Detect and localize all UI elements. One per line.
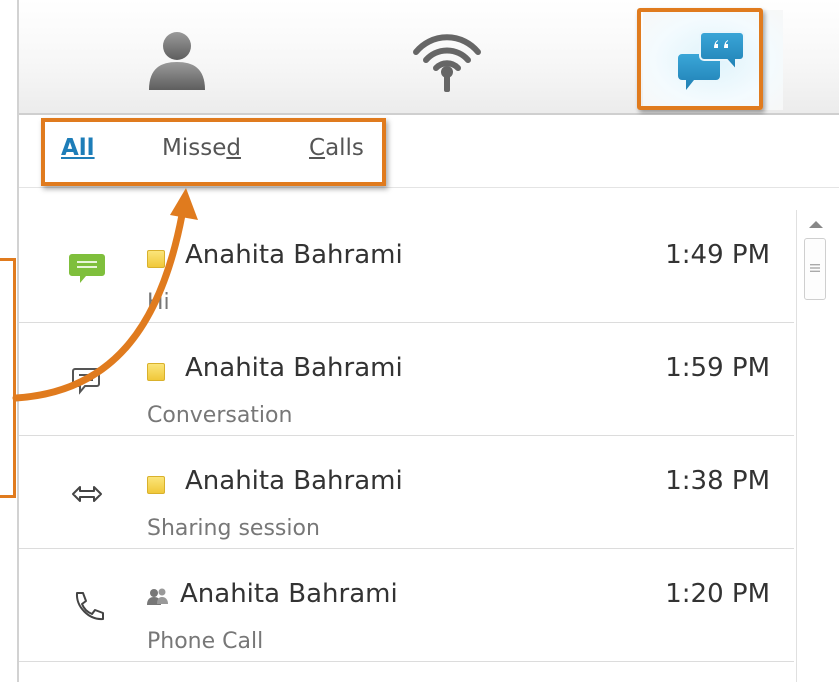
conversation-row[interactable]: Anahita Bahrami 1:59 PM Conversation (19, 323, 794, 436)
contact-name: Anahita Bahrami (185, 353, 403, 383)
broadcast-icon (413, 34, 481, 92)
scroll-thumb[interactable] (804, 238, 826, 300)
conversation-subtitle: Sharing session (147, 516, 320, 541)
conversations-highlight-box (637, 8, 763, 110)
scroll-up-arrow-icon[interactable] (807, 218, 825, 230)
contacts-tab-button[interactable] (127, 10, 227, 110)
chat-message-icon (69, 254, 105, 283)
contact-name: Anahita Bahrami (185, 466, 403, 496)
list-scrollbar[interactable] (796, 210, 835, 682)
conversation-subtitle: Hi (147, 290, 170, 315)
annotation-bracket (0, 258, 16, 498)
conversation-row[interactable]: Anahita Bahrami 1:49 PM Hi (19, 210, 794, 323)
filter-tabs-highlight-box (41, 118, 386, 186)
presence-away-indicator (147, 476, 165, 494)
conversation-time: 1:59 PM (665, 353, 770, 383)
group-icon (147, 588, 168, 605)
contact-name: Anahita Bahrami (185, 240, 403, 270)
conversation-subtitle: Conversation (147, 403, 293, 428)
contact-name: Anahita Bahrami (180, 579, 398, 609)
conversation-list: Anahita Bahrami 1:49 PM Hi Anahita Bahra… (19, 210, 794, 682)
conversation-time: 1:49 PM (665, 240, 770, 270)
grip-lines-icon (810, 264, 820, 272)
sharing-arrows-icon (72, 486, 102, 502)
conversation-time: 1:20 PM (665, 579, 770, 609)
presence-away-indicator (147, 250, 165, 268)
conversation-row[interactable]: Anahita Bahrami 1:20 PM Phone Call (19, 549, 794, 662)
conversation-subtitle: Phone Call (147, 629, 264, 654)
presence-tab-button[interactable] (397, 10, 497, 110)
conversation-row[interactable]: Anahita Bahrami 1:38 PM Sharing session (19, 436, 794, 549)
presence-away-indicator (147, 363, 165, 381)
conversation-time: 1:38 PM (665, 466, 770, 496)
conversation-icon (72, 368, 100, 395)
phone-icon (75, 592, 104, 621)
person-icon (149, 32, 205, 90)
